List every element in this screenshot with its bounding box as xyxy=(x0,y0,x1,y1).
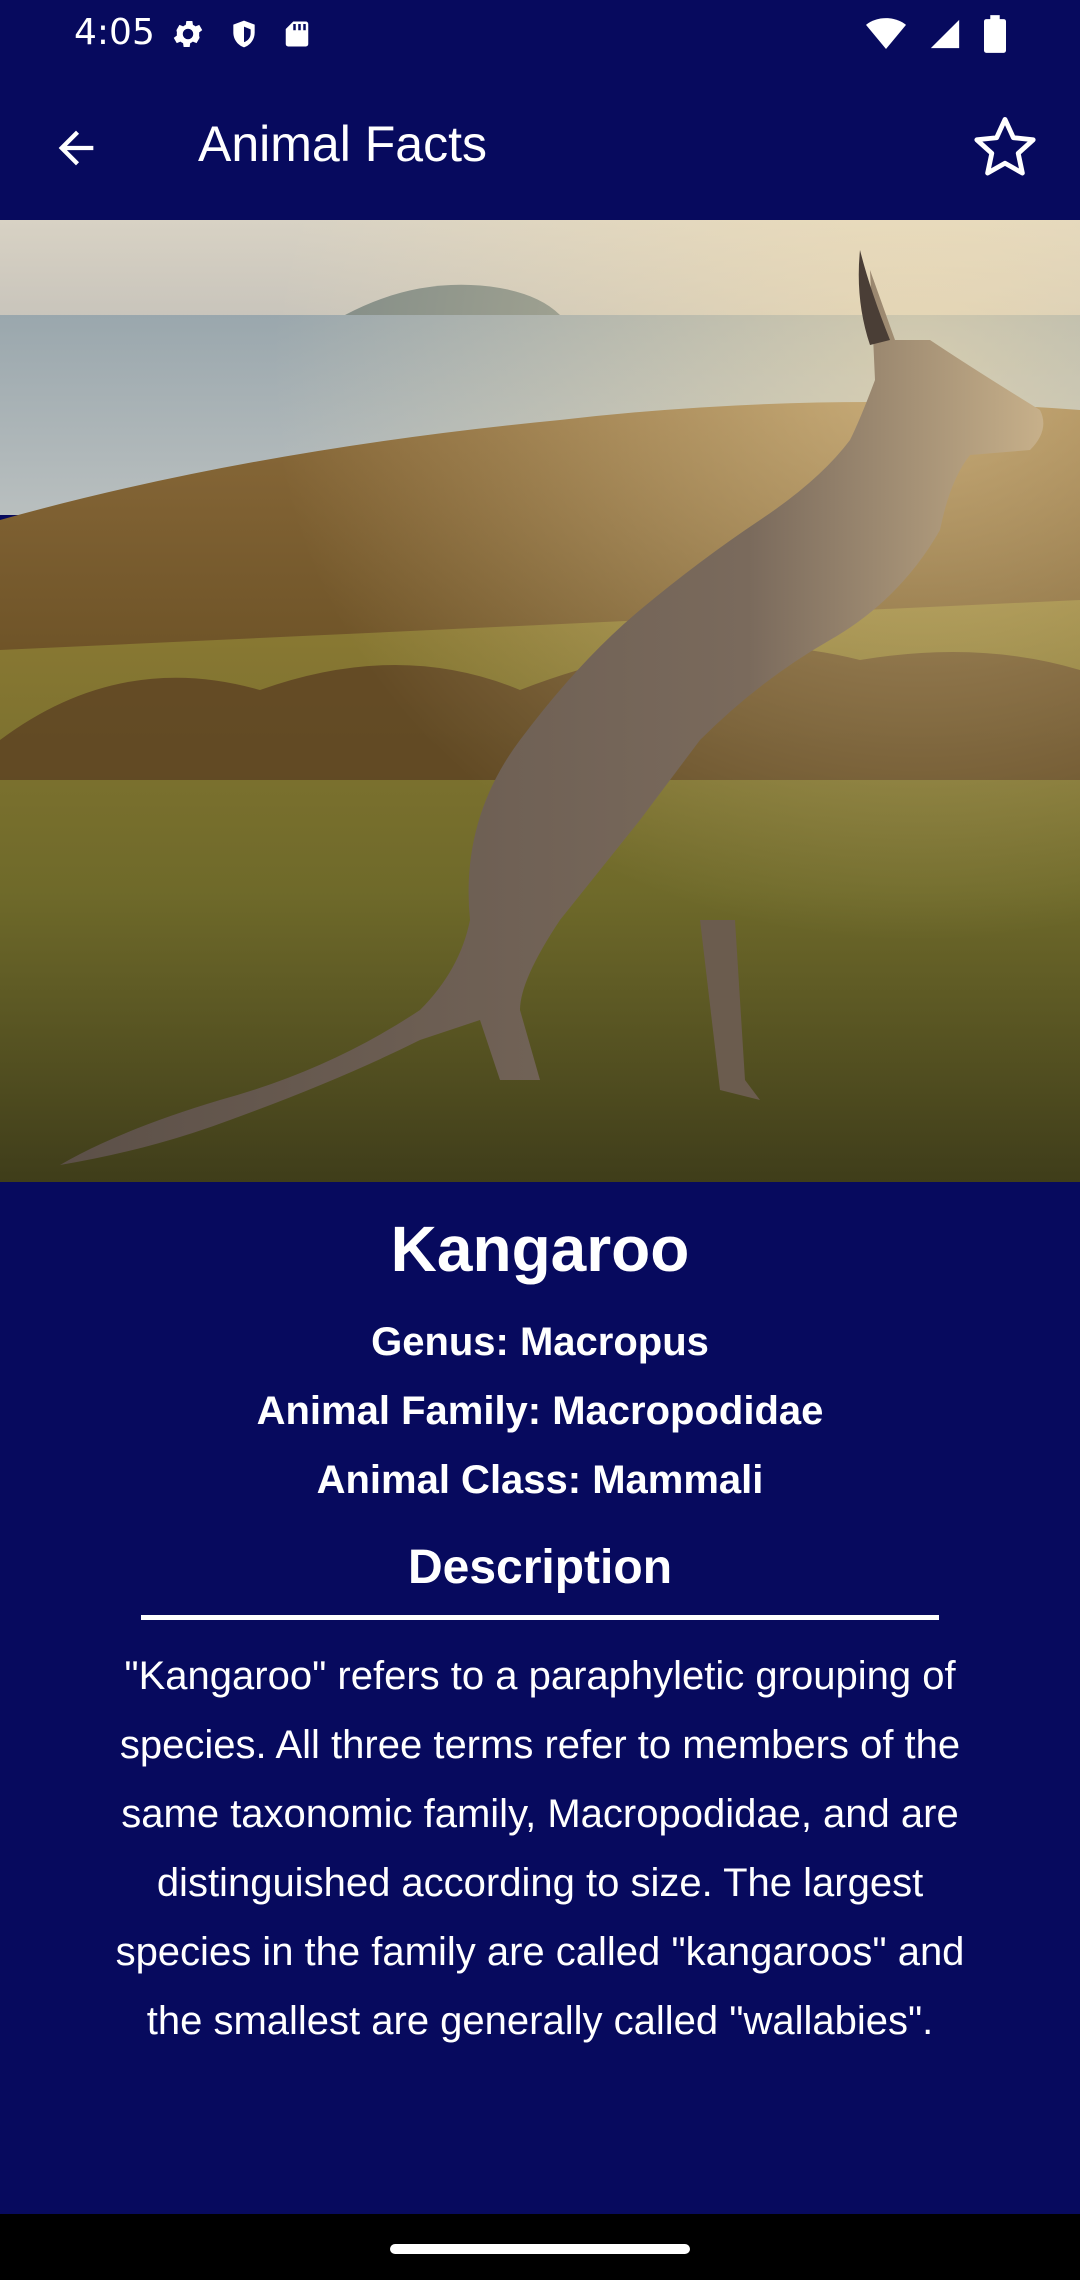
back-button[interactable] xyxy=(36,108,116,188)
animal-facts-screen: 4:05 Animal Facts Kangaroo Genus: Macrop… xyxy=(0,0,1080,2280)
favorite-button[interactable] xyxy=(960,102,1050,192)
app-title: Animal Facts xyxy=(198,116,487,172)
class-text: Animal Class: Mammali xyxy=(316,1458,764,1502)
kangaroo-photo xyxy=(0,220,1080,1182)
animal-facts-list: Genus: Macropus Animal Family: Macropodi… xyxy=(0,1308,1080,1515)
family-text: Animal Family: Macropodidae xyxy=(256,1389,824,1433)
description-text: "Kangaroo" refers to a paraphyletic grou… xyxy=(115,1654,965,2043)
navigation-bar xyxy=(0,2214,1080,2280)
battery-icon xyxy=(984,15,1006,53)
shield-icon xyxy=(233,20,255,48)
genus-text: Genus: Macropus xyxy=(371,1320,709,1364)
home-indicator[interactable] xyxy=(390,2244,690,2254)
description-divider xyxy=(141,1615,939,1620)
app-bar: Animal Facts xyxy=(0,70,1080,220)
sd-card-icon xyxy=(285,21,309,47)
description-heading: Description xyxy=(407,1541,673,1594)
status-icons-left xyxy=(170,14,312,54)
status-bar: 4:05 xyxy=(0,0,1080,70)
status-icons-right xyxy=(866,14,1006,54)
animal-name: Kangaroo xyxy=(390,1213,690,1285)
animal-info: Kangaroo Genus: Macropus Animal Family: … xyxy=(0,1182,1080,2056)
wifi-icon xyxy=(866,18,906,49)
settings-icon xyxy=(173,20,203,48)
status-time: 4:05 xyxy=(74,12,155,53)
signal-icon xyxy=(930,19,960,49)
arrow-back-icon xyxy=(58,130,94,166)
star-outline-icon xyxy=(974,117,1036,176)
